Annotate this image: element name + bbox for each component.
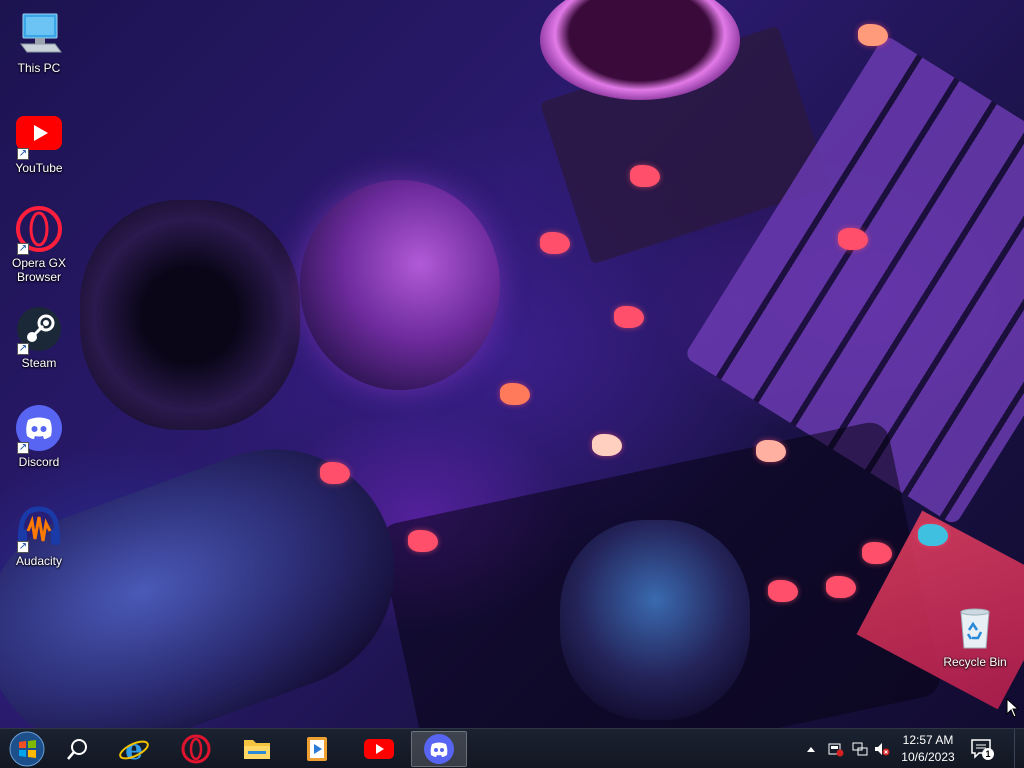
media-player-icon [307,737,327,761]
shortcut-arrow-icon: ↗ [17,148,29,160]
desktop-icon-discord[interactable]: ↗ Discord [0,404,78,469]
show-hidden-icons-icon[interactable] [806,741,816,757]
clock-time: 12:57 AM [902,733,954,747]
wallpaper-headphone-cup [300,180,500,390]
opera-gx-icon: ↗ [15,205,63,255]
opera-icon [181,734,211,764]
desktop-icon-label: YouTube [15,161,63,175]
clock-date: 10/6/2023 [901,750,955,764]
shortcut-arrow-icon: ↗ [17,442,29,454]
recycle-bin-icon [951,604,999,652]
wallpaper-gummy [862,542,892,564]
wallpaper-gummy [918,524,948,546]
computer-icon [15,10,63,58]
taskbar-opera[interactable] [168,731,224,767]
start-button[interactable] [2,731,52,767]
shortcut-arrow-icon: ↗ [17,343,29,355]
desktop-icon-label: Audacity [15,554,63,568]
wallpaper-gummy [838,228,868,250]
network-icon[interactable] [852,741,868,757]
steam-icon: ↗ [15,305,63,355]
volume-muted-icon[interactable] [874,741,890,757]
taskbar: e 12:57 AM 10/6/2023 1 [0,728,1024,768]
mouse-cursor-icon [1006,698,1020,718]
desktop-icon-steam[interactable]: ↗ Steam [0,305,78,370]
desktop-icon-audacity[interactable]: ↗ Audacity [0,503,78,568]
wallpaper-headphone-pad [80,200,300,430]
taskbar-media-player[interactable] [289,731,345,767]
desktop-icon-opera-gx[interactable]: ↗ Opera GX Browser [0,205,78,284]
desktop-icon-label: This PC [17,61,61,75]
taskbar-youtube[interactable] [351,731,407,767]
wallpaper-figure [560,520,750,720]
wallpaper-gummy [540,232,570,254]
svg-text:e: e [125,733,143,765]
taskbar-internet-explorer[interactable]: e [106,731,162,767]
desktop-icon-label: Recycle Bin [943,655,1007,669]
wallpaper-gummy [320,462,350,484]
notifications-button[interactable]: 1 [970,737,994,761]
taskbar-discord[interactable] [411,731,467,767]
desktop-wallpaper [0,0,1024,728]
action-center-flag-icon[interactable] [828,741,844,757]
internet-explorer-icon: e [119,733,149,765]
system-clock[interactable]: 12:57 AM 10/6/2023 [890,732,966,766]
wallpaper-gummy [826,576,856,598]
audacity-icon: ↗ [15,503,63,553]
windows-start-icon [9,731,45,767]
desktop-icon-recycle-bin[interactable]: Recycle Bin [936,604,1014,669]
wallpaper-gummy [614,306,644,328]
discord-icon: ↗ [15,404,63,454]
wallpaper-gummy [630,165,660,187]
wallpaper-gummy [768,580,798,602]
desktop-icon-this-pc[interactable]: This PC [0,10,78,75]
shortcut-arrow-icon: ↗ [17,541,29,553]
folder-icon [244,740,270,759]
search-button[interactable] [52,731,104,767]
notification-count-badge: 1 [982,748,994,760]
shortcut-arrow-icon: ↗ [17,243,29,255]
search-icon [67,739,87,760]
desktop-icon-label: Steam [21,356,57,370]
desktop-icon-label: Opera GX Browser [11,256,67,284]
discord-icon [424,734,454,764]
wallpaper-gummy [500,383,530,405]
wallpaper-gummy [858,24,888,46]
desktop-icon-label: Discord [18,455,60,469]
youtube-icon [364,739,394,759]
wallpaper-gummy [592,434,622,456]
wallpaper-gummy [408,530,438,552]
desktop-icon-youtube[interactable]: ↗ YouTube [0,110,78,175]
youtube-icon: ↗ [15,110,63,160]
show-desktop-button[interactable] [1014,729,1024,768]
wallpaper-gummy [756,440,786,462]
taskbar-file-explorer[interactable] [229,731,285,767]
